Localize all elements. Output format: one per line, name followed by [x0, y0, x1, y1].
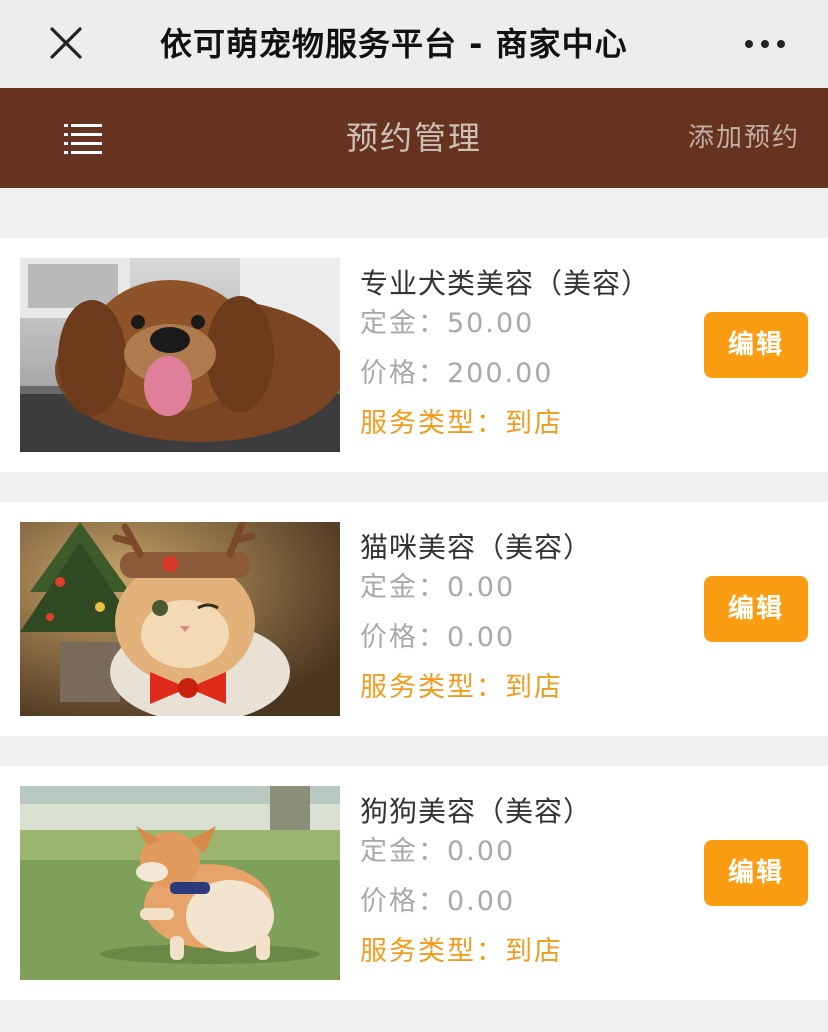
deposit-label: 定金： — [360, 308, 447, 339]
price-label: 价格： — [360, 358, 447, 389]
edit-button[interactable]: 编辑 — [704, 576, 808, 642]
price-value: 0.00 — [447, 622, 516, 653]
window-title: 依可萌宠物服务平台 - 商家中心 — [160, 25, 628, 63]
add-appointment-button[interactable]: 添加预约 — [650, 118, 800, 158]
service-name: 狗狗美容（美容） — [360, 795, 593, 828]
price-value: 0.00 — [447, 886, 516, 917]
service-card: 猫咪美容（美容） 定金：0.00 价格：0.00 服务类型：到店 编辑 — [0, 502, 828, 736]
deposit-line: 定金：50.00 — [360, 304, 680, 344]
deposit-value: 0.00 — [447, 836, 516, 867]
service-name: 专业犬类美容（美容） — [360, 267, 650, 300]
menu-button[interactable] — [60, 118, 108, 158]
more-icon — [745, 40, 785, 48]
service-card: 狗狗美容（美容） 定金：0.00 价格：0.00 服务类型：到店 编辑 — [0, 766, 828, 1000]
app-header: 预约管理 添加预约 — [0, 88, 828, 188]
edit-button[interactable]: 编辑 — [704, 840, 808, 906]
service-type-line: 服务类型：到店 — [360, 932, 680, 972]
price-line: 价格：200.00 — [360, 354, 680, 394]
service-image-corgi — [20, 786, 340, 980]
service-image-cat — [20, 522, 340, 716]
service-name: 猫咪美容（美容） — [360, 531, 593, 564]
price-value: 200.00 — [447, 358, 554, 389]
service-type-line: 服务类型：到店 — [360, 668, 680, 708]
price-label: 价格： — [360, 622, 447, 653]
page-title: 预约管理 — [345, 119, 482, 157]
service-type-value: 到店 — [505, 408, 563, 439]
deposit-value: 0.00 — [447, 572, 516, 603]
more-button[interactable] — [740, 24, 790, 64]
price-label: 价格： — [360, 886, 447, 917]
close-icon — [50, 27, 82, 59]
deposit-line: 定金：0.00 — [360, 832, 680, 872]
close-button[interactable] — [44, 20, 88, 66]
menu-icon — [64, 124, 102, 154]
service-type-value: 到店 — [505, 672, 563, 703]
service-type-value: 到店 — [505, 936, 563, 967]
edit-button[interactable]: 编辑 — [704, 312, 808, 378]
service-type-label: 服务类型： — [360, 936, 505, 967]
service-type-label: 服务类型： — [360, 672, 505, 703]
price-line: 价格：0.00 — [360, 618, 680, 658]
service-image-spaniel — [20, 258, 340, 452]
service-card: 专业犬类美容（美容） 定金：50.00 价格：200.00 服务类型：到店 编辑 — [0, 238, 828, 472]
service-type-label: 服务类型： — [360, 408, 505, 439]
deposit-label: 定金： — [360, 572, 447, 603]
deposit-value: 50.00 — [447, 308, 535, 339]
service-type-line: 服务类型：到店 — [360, 404, 680, 444]
top-bar: 依可萌宠物服务平台 - 商家中心 — [0, 0, 828, 88]
price-line: 价格：0.00 — [360, 882, 680, 922]
deposit-label: 定金： — [360, 836, 447, 867]
deposit-line: 定金：0.00 — [360, 568, 680, 608]
